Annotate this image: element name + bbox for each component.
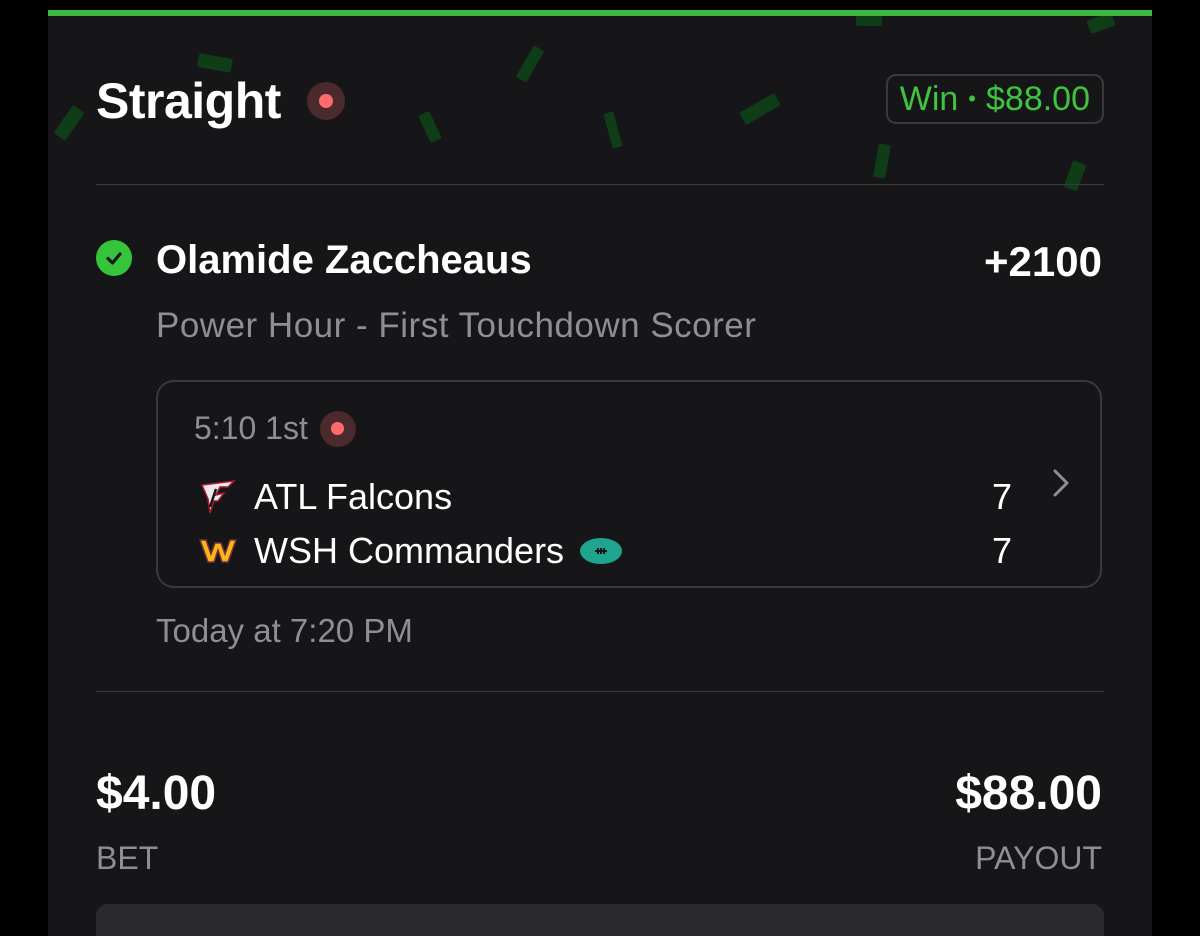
confetti-decoration <box>1063 160 1087 192</box>
game-clock-text: 5:10 1st <box>194 410 308 446</box>
confetti-decoration <box>418 110 442 144</box>
check-icon <box>96 240 132 276</box>
selection-player: Olamide Zaccheaus <box>156 238 532 282</box>
divider <box>96 691 1104 692</box>
confetti-decoration <box>856 16 882 26</box>
team-name: WSH Commanders <box>254 530 565 571</box>
bet-card: Straight Win • $88.00 Olamide Zaccheaus … <box>48 10 1152 936</box>
result-amount: $88.00 <box>986 79 1090 118</box>
divider <box>96 184 1104 185</box>
bet-type-title: Straight <box>96 73 281 129</box>
team-score: 7 <box>991 476 1012 517</box>
confetti-decoration <box>603 111 623 149</box>
payout-amount: $88.00 <box>955 767 1102 820</box>
chevron-right-icon[interactable] <box>1052 468 1070 503</box>
falcons-logo-icon <box>196 477 240 517</box>
selection-odds: +2100 <box>984 238 1102 285</box>
result-label: Win <box>899 79 959 118</box>
confetti-decoration <box>739 92 781 126</box>
live-indicator-icon <box>319 410 356 447</box>
confetti-decoration <box>53 105 85 141</box>
football-possession-icon <box>580 538 623 564</box>
selection-market: Power Hour - First Touchdown Scorer <box>156 306 757 345</box>
team-name: ATL Falcons <box>254 476 453 517</box>
payout-label: PAYOUT <box>975 840 1102 876</box>
status-badge: Win • $88.00 <box>885 74 1104 124</box>
game-scoreboard[interactable]: 5:10 1st ATL Falcons 7 WSH Commanders 7 <box>156 380 1102 588</box>
commanders-logo-icon <box>196 531 240 571</box>
confetti-decoration <box>515 45 545 83</box>
confetti-decoration <box>873 143 891 179</box>
confetti-decoration <box>1086 16 1116 35</box>
bet-amount: $4.00 <box>96 767 217 820</box>
game-start-time: Today at 7:20 PM <box>156 612 413 649</box>
team-score: 7 <box>991 530 1012 571</box>
action-button[interactable] <box>96 904 1104 936</box>
team-row-home: WSH Commanders <box>196 530 623 572</box>
bet-label: BET <box>96 840 159 876</box>
live-indicator-icon <box>306 82 345 120</box>
team-row-away: ATL Falcons <box>196 476 452 518</box>
badge-separator: • <box>968 86 976 111</box>
game-clock: 5:10 1st <box>194 410 356 447</box>
bet-header: Straight <box>96 72 345 130</box>
confetti-decoration <box>197 53 233 73</box>
